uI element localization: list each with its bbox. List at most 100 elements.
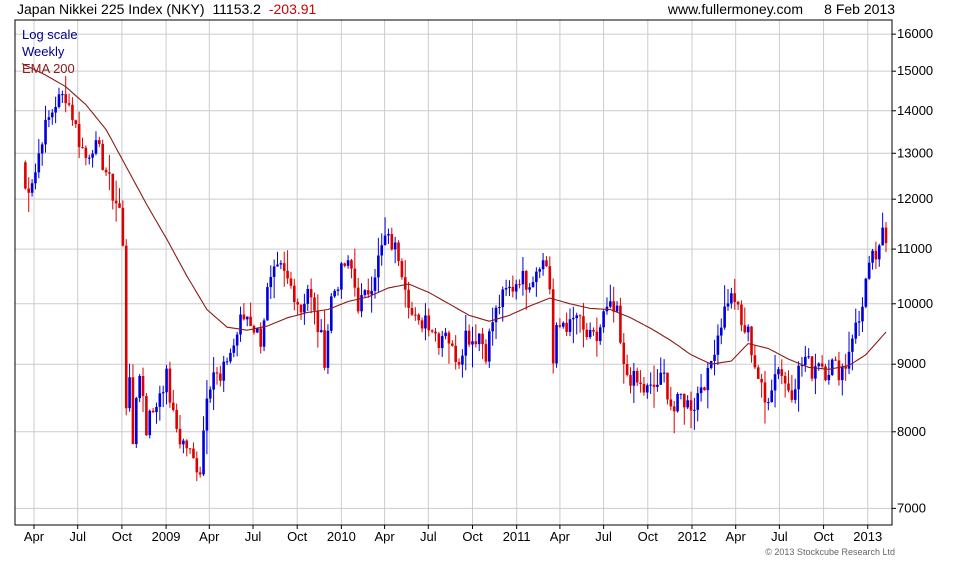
bar-body	[609, 301, 612, 307]
bar-body	[777, 369, 780, 375]
up-bar	[830, 358, 834, 377]
bar-body	[121, 207, 125, 246]
bar-body	[524, 270, 528, 290]
bar-body	[548, 266, 552, 290]
bar-body	[881, 227, 884, 246]
bar-body	[67, 103, 71, 105]
y-tick-label: 7000	[897, 500, 926, 515]
bar-body	[753, 355, 757, 368]
bar-body	[696, 393, 700, 410]
x-tick-label: Oct	[287, 529, 308, 544]
bar-body	[518, 284, 521, 286]
down-bar	[145, 393, 148, 436]
down-bar	[24, 160, 27, 190]
bar-body	[558, 325, 562, 327]
bar-body	[840, 366, 844, 381]
bar-body	[733, 293, 737, 302]
bar-body	[592, 329, 595, 332]
bar-body	[770, 390, 773, 403]
bar-body	[804, 356, 807, 366]
bar-body	[884, 227, 888, 244]
bar-body	[299, 304, 303, 313]
bar-body	[235, 334, 239, 346]
bar-body	[837, 360, 841, 381]
bar-body	[719, 327, 723, 336]
bar-body	[457, 362, 461, 365]
bar-body	[350, 260, 353, 269]
bar-body	[851, 338, 854, 352]
legend-weekly: Weekly	[22, 44, 65, 59]
bar-body	[414, 314, 417, 316]
bar-body	[598, 327, 602, 341]
bar-body	[417, 314, 421, 321]
bar-body	[451, 343, 454, 346]
bar-body	[155, 406, 158, 413]
bar-body	[171, 402, 175, 410]
bar-body	[713, 354, 716, 361]
bar-body	[437, 333, 441, 349]
bar-body	[222, 361, 226, 381]
bar-body	[343, 263, 347, 266]
bar-body	[353, 268, 357, 288]
bar-body	[249, 316, 252, 327]
bar-body	[205, 398, 209, 431]
bar-body	[514, 284, 518, 292]
bar-body	[767, 402, 770, 404]
bar-body	[780, 369, 784, 376]
bar-body	[329, 296, 333, 331]
bar-body	[877, 245, 881, 260]
x-tick-label: Oct	[813, 529, 834, 544]
bar-body	[286, 270, 289, 279]
bar-body	[24, 162, 27, 189]
bar-body	[91, 153, 94, 158]
bar-body	[602, 311, 605, 328]
x-tick-label: 2012	[678, 529, 707, 544]
last-price: 11153.2	[212, 1, 261, 17]
bar-body	[185, 440, 189, 449]
index-name: Japan Nikkei 225 Index (NKY)	[17, 1, 205, 17]
bar-body	[74, 120, 78, 125]
down-bar	[124, 239, 128, 416]
legend-ema-200: EMA 200	[22, 61, 75, 76]
bar-body	[723, 306, 726, 328]
bar-body	[98, 140, 101, 144]
bar-body	[434, 331, 437, 334]
bar-body	[77, 124, 81, 148]
up-bar	[262, 318, 266, 352]
bar-body	[871, 250, 874, 263]
up-bar	[676, 392, 679, 413]
bar-body	[615, 305, 619, 312]
bar-body	[504, 288, 508, 290]
bar-body	[407, 289, 410, 309]
bar-body	[740, 304, 743, 326]
bar-body	[346, 260, 350, 266]
up-bar	[148, 409, 152, 439]
bar-body	[208, 389, 212, 399]
bar-body	[649, 384, 652, 386]
bar-body	[830, 359, 834, 375]
bar-body	[471, 341, 474, 345]
bar-body	[682, 393, 686, 408]
bar-body	[57, 94, 61, 107]
bar-body	[195, 458, 199, 473]
bar-body	[135, 398, 138, 445]
x-tick-label: Jul	[420, 529, 437, 544]
bar-body	[192, 448, 195, 459]
bar-body	[511, 286, 515, 292]
y-tick-label: 8000	[897, 424, 926, 439]
bar-body	[124, 245, 128, 409]
y-tick-label: 12000	[897, 191, 933, 206]
bar-body	[202, 430, 205, 475]
bar-body	[461, 355, 464, 365]
bar-body	[467, 330, 471, 345]
bar-body	[676, 394, 679, 412]
x-tick-label: Jul	[69, 529, 86, 544]
bar-body	[276, 264, 279, 267]
bar-body	[158, 393, 162, 407]
bar-body	[541, 260, 545, 270]
bar-body	[256, 328, 259, 333]
y-tick-label: 15000	[897, 63, 933, 78]
bar-body	[403, 277, 407, 290]
bar-body	[225, 361, 229, 363]
bar-body	[508, 286, 511, 289]
